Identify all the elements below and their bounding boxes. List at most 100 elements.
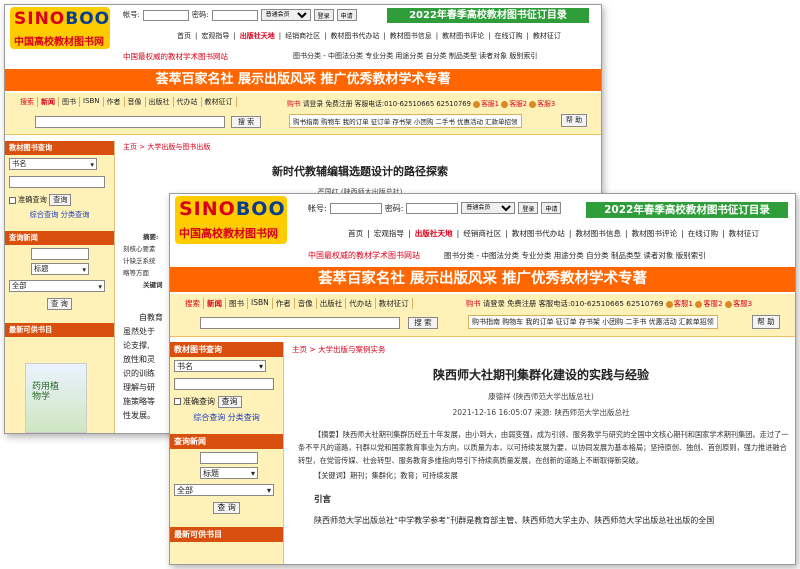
abstract-text: 陕西师大社期刊集群历经五十年发展，由小到大，由弱变强，成为引领、服务教学与研究的…	[298, 430, 789, 465]
service-link-2[interactable]: 客服2	[695, 299, 723, 308]
password-input[interactable]	[406, 202, 459, 214]
breadcrumb-home[interactable]: 主页	[123, 143, 137, 151]
combined-query-link[interactable]: 综合查询	[30, 210, 59, 219]
top-nav-item[interactable]: 宏观指导	[372, 229, 406, 238]
body-line: 理解与研	[123, 383, 155, 392]
top-nav-item[interactable]: 宏观指导	[199, 32, 231, 40]
password-input[interactable]	[211, 9, 258, 21]
news-query-input[interactable]	[200, 452, 258, 464]
service-link-1[interactable]: 客服1	[473, 100, 499, 108]
top-nav-item[interactable]: 出版社天地	[413, 229, 455, 238]
news-query-input[interactable]	[31, 248, 89, 260]
query-button[interactable]: 查询	[217, 396, 242, 408]
member-type-select[interactable]: 普通会员	[461, 202, 516, 214]
search-input[interactable]	[35, 116, 225, 128]
service-link-2[interactable]: 客服2	[501, 100, 527, 108]
query-button[interactable]: 查询	[49, 194, 72, 206]
search-tab[interactable]: ISBN	[248, 298, 273, 309]
sinobook-logo[interactable]: SINOBOOK 中国高校教材图书网	[175, 196, 287, 244]
top-nav-item[interactable]: 教材图书代办站	[510, 229, 567, 238]
sinobook-logo[interactable]: SINOBOOK 中国高校教材图书网	[10, 7, 110, 49]
search-tab[interactable]: 图书	[226, 298, 248, 309]
search-button[interactable]: 搜 索	[408, 317, 438, 329]
news-query-button[interactable]: 查 询	[213, 502, 240, 514]
avatar-icon	[695, 300, 703, 308]
top-nav-item[interactable]: 出版社天地	[238, 32, 277, 40]
news-scope-select[interactable]: 全部 ▾	[9, 280, 105, 292]
exact-query-checkbox[interactable]	[174, 398, 181, 405]
account-input[interactable]	[329, 202, 382, 214]
breadcrumb-home[interactable]: 主页	[292, 345, 307, 354]
book-field-select[interactable]: 书名 ▾	[9, 158, 97, 170]
service-link-3[interactable]: 客服3	[724, 299, 752, 308]
top-nav-item[interactable]: 首页	[175, 32, 193, 40]
category-query-link[interactable]: 分类查询	[61, 210, 90, 219]
category-query-link[interactable]: 分类查询	[228, 413, 260, 422]
search-button[interactable]: 搜 索	[231, 116, 261, 128]
account-input[interactable]	[142, 9, 189, 21]
top-nav-item[interactable]: 在线订购	[686, 229, 720, 238]
book-query-input[interactable]	[9, 176, 105, 188]
breadcrumb-section[interactable]: 大学出版与案例实务	[318, 345, 386, 354]
login-button[interactable]: 登录	[313, 9, 334, 21]
top-nav-item[interactable]: 教材征订	[727, 229, 761, 238]
promo-ribbon: 荟萃百家名社 展示出版风采 推广优秀教材学术专著	[5, 69, 601, 91]
breadcrumb-section[interactable]: 大学出版与图书出版	[147, 143, 210, 151]
book-query-input[interactable]	[174, 378, 274, 390]
top-nav-item[interactable]: 在线订购	[493, 32, 525, 40]
cart-items[interactable]: 请登录 免费注册 客服电话:010-62510665 62510769	[483, 299, 664, 308]
help-button[interactable]: 帮 助	[561, 114, 587, 127]
top-nav-item[interactable]: 教材图书信息	[388, 32, 434, 40]
search-tab[interactable]: 图书	[59, 97, 80, 107]
search-tab[interactable]: 音像	[125, 97, 146, 107]
category-nav[interactable]: 图书分类 - 中图法分类 专业分类 用途分类 自分类 制品类型 读者对象 版别索…	[293, 51, 537, 61]
search-tab[interactable]: 音像	[295, 298, 317, 309]
search-tab[interactable]: 新闻	[204, 298, 226, 309]
search-tab[interactable]: 代办站	[346, 298, 376, 309]
cart-links[interactable]: 购书指南 购物车 我的订单 征订单 存书架 小团购 二手书 优惠活动 汇款单招领	[468, 315, 718, 329]
combined-query-link[interactable]: 综合查询	[193, 413, 225, 422]
exact-query-checkbox[interactable]	[9, 196, 16, 204]
book-cover[interactable]: 药用植物学	[25, 363, 87, 433]
search-tab[interactable]: 教材征订	[202, 97, 237, 107]
body-line: 放性和灵	[123, 355, 155, 364]
login-bar: 帐号: 密码: 普通会员 登录 申请	[123, 9, 357, 21]
register-button[interactable]: 申请	[336, 9, 357, 21]
search-tab[interactable]: 代办站	[174, 97, 202, 107]
exact-query-label: 准确查询	[18, 195, 47, 204]
login-button[interactable]: 登录	[518, 202, 539, 214]
article-title: 陕西师大社期刊集群化建设的实践与经验	[432, 368, 649, 382]
search-tab[interactable]: 作者	[104, 97, 125, 107]
member-type-select[interactable]: 普通会员	[260, 9, 311, 21]
service-link-3[interactable]: 客服3	[529, 100, 555, 108]
top-nav-item[interactable]: 教材图书代办站	[328, 32, 381, 40]
top-nav-item[interactable]: 教材图书评论	[630, 229, 680, 238]
body-line: 识的训练	[123, 369, 155, 378]
search-tab[interactable]: ISBN	[80, 97, 104, 107]
top-nav-item[interactable]: 教材征订	[531, 32, 563, 40]
search-tab[interactable]: 作者	[273, 298, 295, 309]
service-link-1[interactable]: 客服1	[665, 299, 693, 308]
cart-links[interactable]: 购书指南 购物车 我的订单 征订单 存书架 小团购 二手书 优惠活动 汇款单招领	[289, 114, 522, 128]
search-tab[interactable]: 教材征订	[376, 298, 413, 309]
search-tab[interactable]: 出版社	[146, 97, 174, 107]
search-tab[interactable]: 新闻	[38, 97, 59, 107]
help-button[interactable]: 帮 助	[752, 315, 780, 329]
news-query-button[interactable]: 查 询	[47, 298, 72, 310]
register-button[interactable]: 申请	[541, 202, 562, 214]
news-field-select[interactable]: 标题 ▾	[200, 467, 258, 479]
top-nav-item[interactable]: 经销商社区	[283, 32, 322, 40]
banner-spring-catalog[interactable]: 2022年春季高校教材图书征订目录	[387, 8, 589, 23]
search-tab[interactable]: 出版社	[317, 298, 347, 309]
book-field-select[interactable]: 书名 ▾	[174, 360, 266, 372]
search-input[interactable]	[200, 317, 400, 329]
top-nav-item[interactable]: 教材图书评论	[440, 32, 486, 40]
top-nav-item[interactable]: 首页	[346, 229, 365, 238]
news-field-select[interactable]: 标题 ▾	[31, 263, 89, 275]
cart-items[interactable]: 请登录 免费注册 客服电话:010-62510665 62510769	[303, 100, 471, 108]
news-scope-select[interactable]: 全部 ▾	[174, 484, 274, 496]
top-nav-item[interactable]: 教材图书信息	[573, 229, 623, 238]
banner-spring-catalog[interactable]: 2022年春季高校教材图书征订目录	[586, 202, 788, 218]
category-nav[interactable]: 图书分类 - 中图法分类 专业分类 用途分类 自分类 制品类型 读者对象 版别索…	[444, 250, 706, 261]
top-nav-item[interactable]: 经销商社区	[461, 229, 503, 238]
